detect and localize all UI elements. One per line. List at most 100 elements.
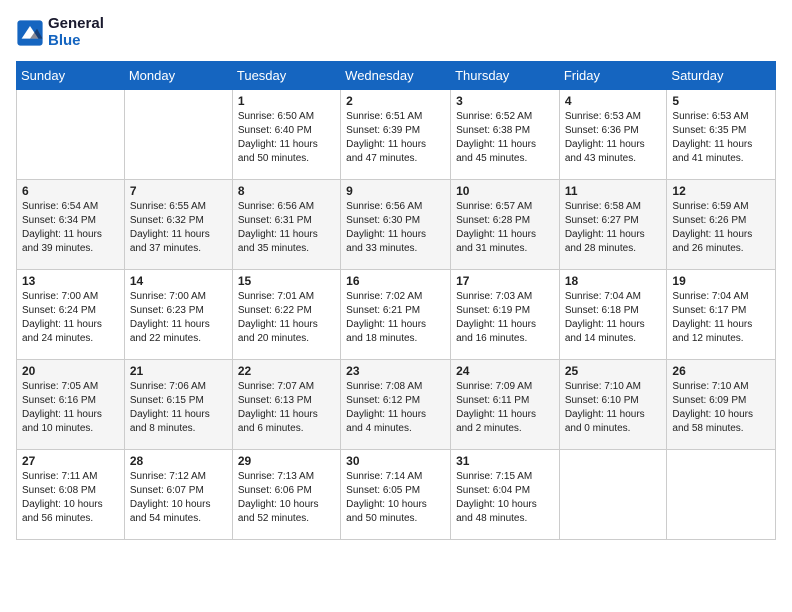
- calendar-cell: 13 Sunrise: 7:00 AM Sunset: 6:24 PM Dayli…: [17, 270, 125, 360]
- day-content: Sunrise: 6:53 AM Sunset: 6:35 PM Dayligh…: [672, 110, 770, 166]
- day-number: 3: [456, 94, 554, 108]
- calendar-cell: 1Sunrise: 6:50 AM Sunset: 6:40 PM Daylig…: [232, 90, 340, 180]
- day-content: Sunrise: 7:04 AM Sunset: 6:17 PM Dayligh…: [672, 290, 770, 346]
- day-number: 15: [238, 274, 335, 288]
- calendar-cell: 3 Sunrise: 6:52 AM Sunset: 6:38 PM Daylig…: [451, 90, 560, 180]
- day-content: Sunrise: 7:09 AM Sunset: 6:11 PM Dayligh…: [456, 380, 554, 436]
- calendar-cell: 22 Sunrise: 7:07 AM Sunset: 6:13 PM Dayli…: [232, 360, 340, 450]
- day-content: Sunrise: 6:58 AM Sunset: 6:27 PM Dayligh…: [565, 200, 662, 256]
- calendar-cell: 16 Sunrise: 7:02 AM Sunset: 6:21 PM Dayli…: [341, 270, 451, 360]
- day-number: 19: [672, 274, 770, 288]
- calendar-cell: 18Sunrise: 7:04 AM Sunset: 6:18 PM Dayli…: [559, 270, 667, 360]
- calendar-cell: 27Sunrise: 7:11 AM Sunset: 6:08 PM Dayli…: [17, 450, 125, 540]
- day-content: Sunrise: 6:56 AM Sunset: 6:31 PM Dayligh…: [238, 200, 335, 256]
- day-number: 6: [22, 184, 119, 198]
- calendar-cell: [17, 90, 125, 180]
- calendar-cell: 29 Sunrise: 7:13 AM Sunset: 6:06 PM Dayli…: [232, 450, 340, 540]
- day-number: 7: [130, 184, 227, 198]
- day-content: Sunrise: 6:54 AM Sunset: 6:34 PM Dayligh…: [22, 200, 119, 256]
- day-content: Sunrise: 7:12 AM Sunset: 6:07 PM Dayligh…: [130, 470, 227, 526]
- day-content: Sunrise: 6:55 AM Sunset: 6:32 PM Dayligh…: [130, 200, 227, 256]
- logo-icon: [16, 19, 44, 47]
- day-content: Sunrise: 7:15 AM Sunset: 6:04 PM Dayligh…: [456, 470, 554, 526]
- calendar-week-row: 20Sunrise: 7:05 AM Sunset: 6:16 PM Dayli…: [17, 360, 776, 450]
- day-content: Sunrise: 7:00 AM Sunset: 6:24 PM Dayligh…: [22, 290, 119, 346]
- day-content: Sunrise: 7:01 AM Sunset: 6:22 PM Dayligh…: [238, 290, 335, 346]
- day-content: Sunrise: 7:00 AM Sunset: 6:23 PM Dayligh…: [130, 290, 227, 346]
- calendar-cell: 25 Sunrise: 7:10 AM Sunset: 6:10 PM Dayli…: [559, 360, 667, 450]
- day-number: 14: [130, 274, 227, 288]
- logo: General Blue: [16, 16, 104, 49]
- calendar-week-row: 1Sunrise: 6:50 AM Sunset: 6:40 PM Daylig…: [17, 90, 776, 180]
- day-content: Sunrise: 6:51 AM Sunset: 6:39 PM Dayligh…: [346, 110, 445, 166]
- calendar-header-row: SundayMondayTuesdayWednesdayThursdayFrid…: [17, 62, 776, 90]
- day-number: 29: [238, 454, 335, 468]
- weekday-header: Saturday: [667, 62, 776, 90]
- day-number: 9: [346, 184, 445, 198]
- weekday-header: Sunday: [17, 62, 125, 90]
- day-number: 25: [565, 364, 662, 378]
- calendar-cell: 7 Sunrise: 6:55 AM Sunset: 6:32 PM Daylig…: [124, 180, 232, 270]
- day-number: 12: [672, 184, 770, 198]
- day-number: 21: [130, 364, 227, 378]
- day-content: Sunrise: 7:04 AM Sunset: 6:18 PM Dayligh…: [565, 290, 662, 346]
- calendar-cell: 21Sunrise: 7:06 AM Sunset: 6:15 PM Dayli…: [124, 360, 232, 450]
- logo-text: General Blue: [48, 16, 104, 49]
- calendar-cell: 30 Sunrise: 7:14 AM Sunset: 6:05 PM Dayli…: [341, 450, 451, 540]
- calendar-cell: 23Sunrise: 7:08 AM Sunset: 6:12 PM Dayli…: [341, 360, 451, 450]
- calendar-cell: 12Sunrise: 6:59 AM Sunset: 6:26 PM Dayli…: [667, 180, 776, 270]
- calendar-cell: 15 Sunrise: 7:01 AM Sunset: 6:22 PM Dayli…: [232, 270, 340, 360]
- calendar-cell: 4 Sunrise: 6:53 AM Sunset: 6:36 PM Daylig…: [559, 90, 667, 180]
- calendar-cell: 8 Sunrise: 6:56 AM Sunset: 6:31 PM Daylig…: [232, 180, 340, 270]
- day-number: 13: [22, 274, 119, 288]
- day-content: Sunrise: 7:03 AM Sunset: 6:19 PM Dayligh…: [456, 290, 554, 346]
- day-content: Sunrise: 6:57 AM Sunset: 6:28 PM Dayligh…: [456, 200, 554, 256]
- day-content: Sunrise: 7:07 AM Sunset: 6:13 PM Dayligh…: [238, 380, 335, 436]
- day-content: Sunrise: 7:08 AM Sunset: 6:12 PM Dayligh…: [346, 380, 445, 436]
- calendar-cell: 14 Sunrise: 7:00 AM Sunset: 6:23 PM Dayli…: [124, 270, 232, 360]
- calendar-cell: 17 Sunrise: 7:03 AM Sunset: 6:19 PM Dayli…: [451, 270, 560, 360]
- day-content: Sunrise: 6:56 AM Sunset: 6:30 PM Dayligh…: [346, 200, 445, 256]
- day-content: Sunrise: 7:10 AM Sunset: 6:09 PM Dayligh…: [672, 380, 770, 436]
- calendar-cell: 9 Sunrise: 6:56 AM Sunset: 6:30 PM Daylig…: [341, 180, 451, 270]
- calendar-week-row: 27Sunrise: 7:11 AM Sunset: 6:08 PM Dayli…: [17, 450, 776, 540]
- day-content: Sunrise: 7:14 AM Sunset: 6:05 PM Dayligh…: [346, 470, 445, 526]
- day-number: 17: [456, 274, 554, 288]
- day-number: 26: [672, 364, 770, 378]
- calendar-cell: 20Sunrise: 7:05 AM Sunset: 6:16 PM Dayli…: [17, 360, 125, 450]
- day-number: 2: [346, 94, 445, 108]
- day-number: 8: [238, 184, 335, 198]
- day-number: 10: [456, 184, 554, 198]
- day-number: 22: [238, 364, 335, 378]
- day-number: 1: [238, 94, 335, 108]
- calendar-cell: [559, 450, 667, 540]
- day-content: Sunrise: 7:13 AM Sunset: 6:06 PM Dayligh…: [238, 470, 335, 526]
- calendar-cell: 6 Sunrise: 6:54 AM Sunset: 6:34 PM Daylig…: [17, 180, 125, 270]
- calendar-cell: 31Sunrise: 7:15 AM Sunset: 6:04 PM Dayli…: [451, 450, 560, 540]
- weekday-header: Friday: [559, 62, 667, 90]
- day-content: Sunrise: 6:53 AM Sunset: 6:36 PM Dayligh…: [565, 110, 662, 166]
- calendar-cell: 10 Sunrise: 6:57 AM Sunset: 6:28 PM Dayli…: [451, 180, 560, 270]
- day-content: Sunrise: 7:11 AM Sunset: 6:08 PM Dayligh…: [22, 470, 119, 526]
- calendar-week-row: 13 Sunrise: 7:00 AM Sunset: 6:24 PM Dayli…: [17, 270, 776, 360]
- day-content: Sunrise: 7:10 AM Sunset: 6:10 PM Dayligh…: [565, 380, 662, 436]
- calendar-cell: [124, 90, 232, 180]
- calendar-cell: 11Sunrise: 6:58 AM Sunset: 6:27 PM Dayli…: [559, 180, 667, 270]
- day-number: 16: [346, 274, 445, 288]
- weekday-header: Wednesday: [341, 62, 451, 90]
- day-content: Sunrise: 6:52 AM Sunset: 6:38 PM Dayligh…: [456, 110, 554, 166]
- calendar-cell: 19 Sunrise: 7:04 AM Sunset: 6:17 PM Dayli…: [667, 270, 776, 360]
- page-header: General Blue: [16, 16, 776, 49]
- day-content: Sunrise: 7:02 AM Sunset: 6:21 PM Dayligh…: [346, 290, 445, 346]
- day-content: Sunrise: 7:05 AM Sunset: 6:16 PM Dayligh…: [22, 380, 119, 436]
- weekday-header: Tuesday: [232, 62, 340, 90]
- day-number: 30: [346, 454, 445, 468]
- calendar-cell: 26 Sunrise: 7:10 AM Sunset: 6:09 PM Dayli…: [667, 360, 776, 450]
- calendar-table: SundayMondayTuesdayWednesdayThursdayFrid…: [16, 61, 776, 540]
- day-number: 24: [456, 364, 554, 378]
- calendar-cell: 28Sunrise: 7:12 AM Sunset: 6:07 PM Dayli…: [124, 450, 232, 540]
- calendar-cell: 2 Sunrise: 6:51 AM Sunset: 6:39 PM Daylig…: [341, 90, 451, 180]
- day-number: 4: [565, 94, 662, 108]
- calendar-cell: 24 Sunrise: 7:09 AM Sunset: 6:11 PM Dayli…: [451, 360, 560, 450]
- weekday-header: Thursday: [451, 62, 560, 90]
